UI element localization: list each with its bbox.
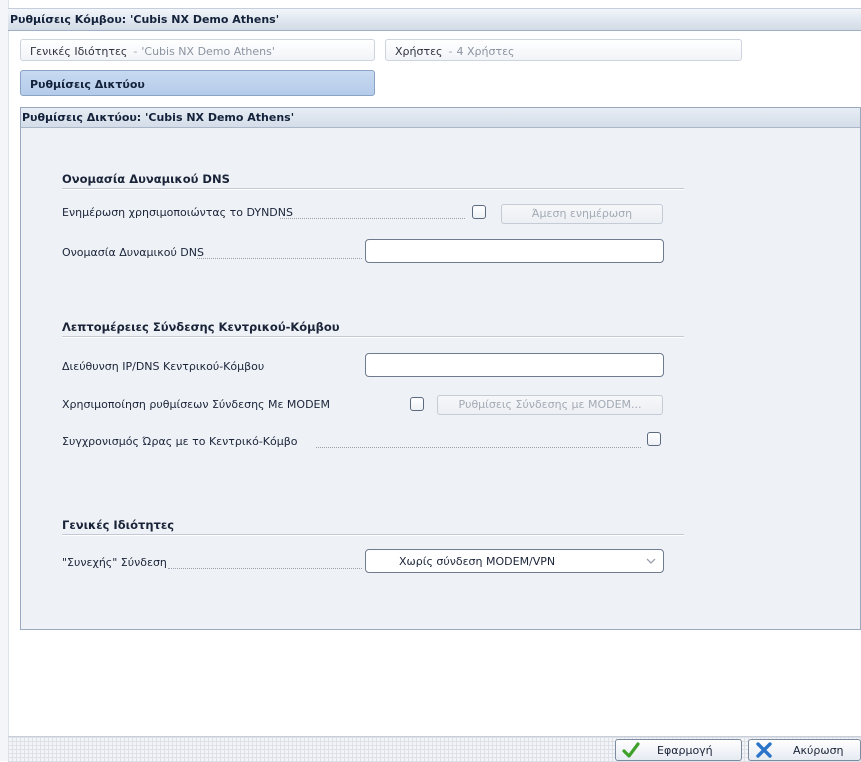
dyndns-update-checkbox[interactable] <box>472 205 486 219</box>
network-settings-panel: Ρυθμίσεις Δικτύου: 'Cubis NX Demo Athens… <box>20 107 861 630</box>
central-node-address-input[interactable] <box>365 353 664 377</box>
cancel-button[interactable]: Ακύρωση <box>748 739 861 761</box>
window-title: Ρυθμίσεις Κόμβου: 'Cubis NX Demo Athens' <box>10 13 280 26</box>
cross-icon <box>756 742 772 758</box>
dns-name-label: Ονομασία Δυναμικού DNS <box>62 246 204 259</box>
modem-settings-label: Χρησιμοποίηση ρυθμίσεων Σύνδεσης Με MODE… <box>62 398 330 411</box>
leader-dots <box>197 258 362 259</box>
modem-settings-checkbox[interactable] <box>410 397 424 411</box>
persistent-connection-select[interactable]: Χωρίς σύνδεση MODEM/VPN <box>365 549 664 573</box>
dyndns-update-label: Ενημέρωση χρησιμοποιώντας το DYNDNS <box>62 206 293 219</box>
panel-title: Ρυθμίσεις Δικτύου: 'Cubis NX Demo Athens… <box>22 111 295 124</box>
tab-users-detail: 4 Χρήστες <box>456 45 515 58</box>
update-now-button[interactable]: Άμεση ενημέρωση <box>501 204 663 224</box>
window-title-bar: Ρυθμίσεις Κόμβου: 'Cubis NX Demo Athens' <box>8 8 861 31</box>
apply-label: Εφαρμογή <box>657 744 713 757</box>
tab-general-separator: - <box>133 45 138 58</box>
leader-dots <box>168 568 362 569</box>
section-divider <box>62 336 684 338</box>
section-heading-general-properties: Γενικές Ιδιότητες <box>62 518 175 532</box>
tab-users[interactable]: Χρήστες -4 Χρήστες <box>385 39 742 61</box>
dns-name-input[interactable] <box>365 239 664 263</box>
section-heading-dynamic-dns: Ονομασία Δυναμικού DNS <box>62 172 230 186</box>
section-heading-central-node-connection: Λεπτομέρειες Σύνδεσης Κεντρικού-Κόμβου <box>62 320 340 334</box>
persistent-connection-label: "Συνεχής" Σύνδεση <box>62 556 167 569</box>
tab-users-separator: - <box>448 45 453 58</box>
persistent-connection-value: Χωρίς σύνδεση MODEM/VPN <box>399 555 556 568</box>
section-divider <box>62 188 684 190</box>
central-node-address-label: Διεύθυνση IP/DNS Κεντρικού-Κόμβου <box>62 360 265 373</box>
window-left-edge <box>0 0 9 761</box>
tab-network-label: Ρυθμίσεις Δικτύου <box>30 78 145 91</box>
panel-title-bar: Ρυθμίσεις Δικτύου: 'Cubis NX Demo Athens… <box>21 108 860 128</box>
tab-users-label: Χρήστες <box>395 45 443 58</box>
apply-button[interactable]: Εφαρμογή <box>615 739 742 761</box>
tab-general-label: Γενικές Ιδιότητες <box>30 45 128 58</box>
tab-network-settings[interactable]: Ρυθμίσεις Δικτύου <box>20 70 375 96</box>
modem-connection-settings-button[interactable]: Ρυθμίσεις Σύνδεσης με MODEM... <box>437 395 663 415</box>
leader-dots <box>280 218 465 219</box>
section-divider <box>62 534 684 536</box>
tab-general-detail: 'Cubis NX Demo Athens' <box>141 45 275 58</box>
time-sync-checkbox[interactable] <box>647 432 661 446</box>
time-sync-label: Συγχρονισμός Ώρας με το Κεντρικό-Κόμβο <box>62 435 298 448</box>
checkmark-icon <box>622 742 640 758</box>
leader-dots <box>316 447 641 448</box>
tab-general-properties[interactable]: Γενικές Ιδιότητες - 'Cubis NX Demo Athens' <box>20 39 375 61</box>
chevron-down-icon <box>646 558 656 564</box>
cancel-label: Ακύρωση <box>793 744 844 757</box>
